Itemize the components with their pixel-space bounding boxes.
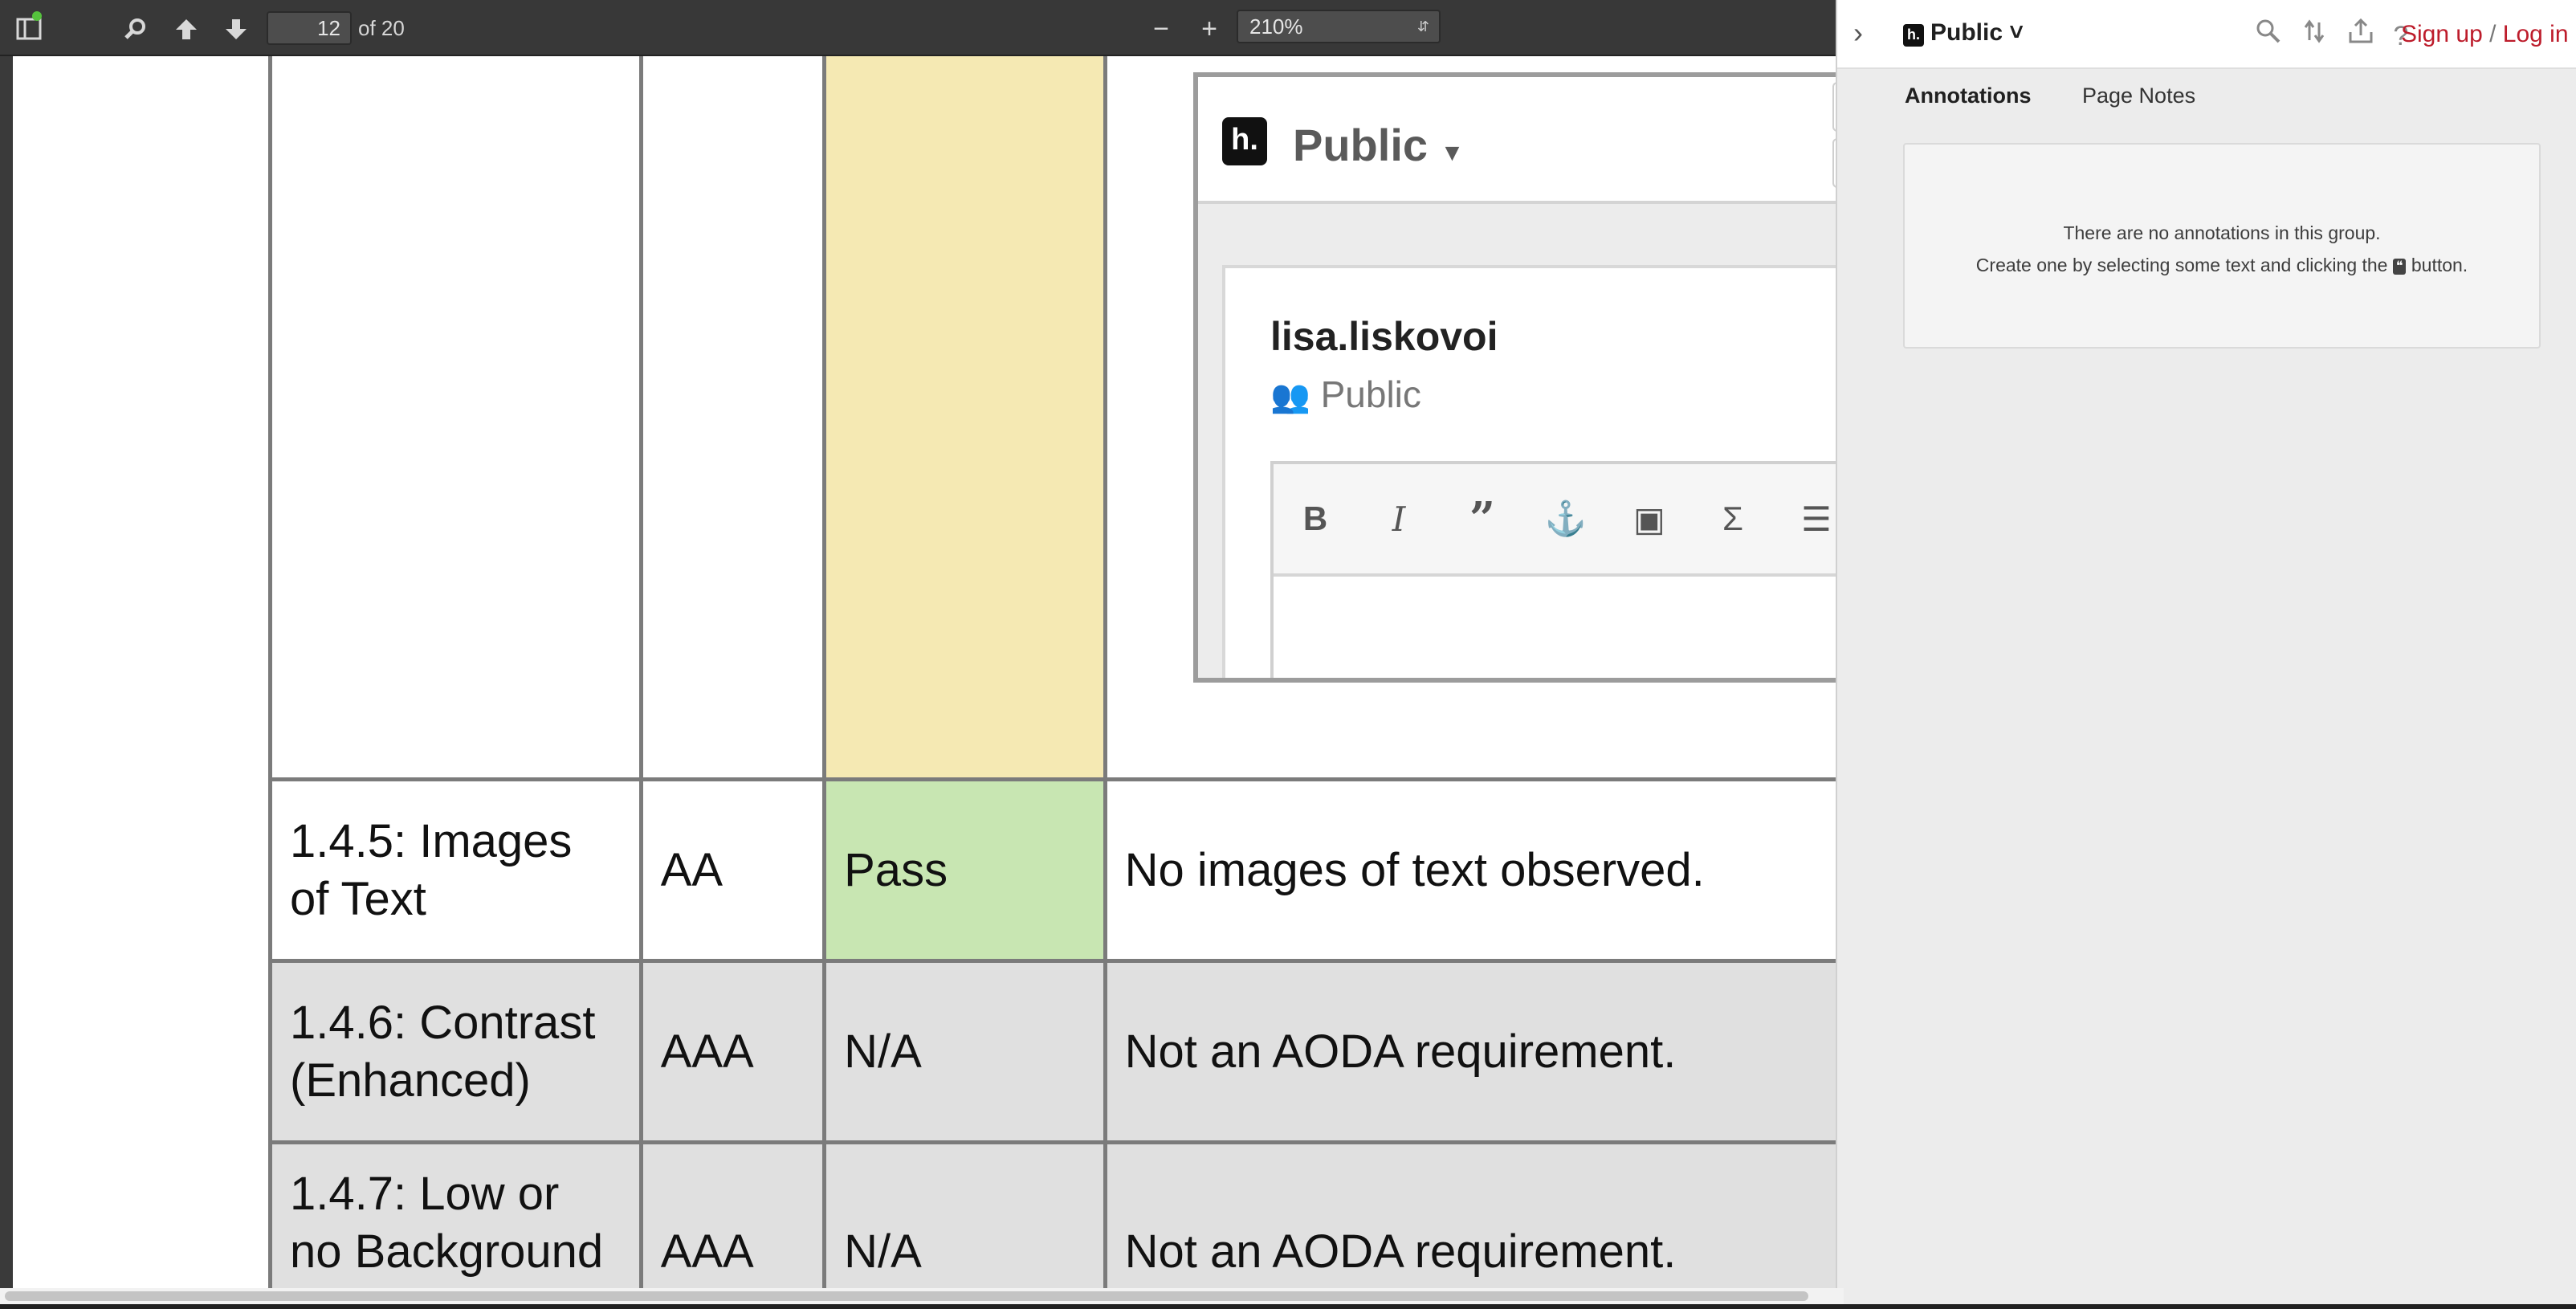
empty-line-1: There are no annotations in this group. [2063,222,2381,243]
page-number-input[interactable]: 12 [267,11,352,45]
image-icon: ▣ [1633,499,1665,539]
criterion-cell: 1.4.7: Low or no Background Audio [268,1140,643,1291]
embedded-visibility-label: Public [1320,373,1421,415]
auth-links: Sign up / Log in [2401,21,2569,48]
hypothesis-logo-icon: h. [1903,24,1924,47]
table-row: 1.4.7: Low or no Background Audio AAA N/… [268,1140,1857,1291]
hypothesis-logo: h. [1222,117,1267,165]
quote-icon: ” [1469,492,1496,545]
embedded-annotation-card: lisa.liskovoi 👥 Public B I ” ⚓ ▣ Σ ☰ [1222,265,1857,678]
sort-icon[interactable] [2301,18,2328,45]
table-cell [268,56,643,781]
embedded-visibility: 👥 Public [1270,373,1421,416]
embedded-editor-toolbar: B I ” ⚓ ▣ Σ ☰ [1274,464,1857,577]
page-count: of 20 [358,16,405,40]
zoom-in-button[interactable]: + [1192,11,1227,47]
log-in-link[interactable]: Log in [2503,21,2569,47]
annotate-icon: ❝ [2392,259,2407,275]
embedded-group-name: Public ▼ [1293,119,1464,171]
empty-line-2: Create one by selecting some text and cl… [1905,249,2539,281]
table-row: 1.4.5: Images of Text AA Pass No images … [268,777,1857,963]
empty-line-2-start: Create one by selecting some text and cl… [1975,255,2388,275]
pdf-page-viewport[interactable]: 1.4.5: Images of Text AA Pass No images … [13,56,1857,1291]
criterion-cell: 1.4.5: Images of Text [268,777,643,963]
previous-page-button[interactable] [169,11,204,47]
level-cell: AA [638,777,827,963]
notes-cell: Not an AODA requirement. [1103,1140,1857,1291]
level-cell: AAA [638,959,827,1144]
horizontal-scrollbar-thumb[interactable] [5,1291,1808,1301]
link-icon: ⚓ [1544,499,1588,538]
search-icon[interactable] [2255,18,2282,45]
collapse-sidebar-button[interactable]: › [1853,16,1863,50]
math-icon: Σ [1722,500,1743,537]
next-page-button[interactable] [218,11,254,47]
empty-annotations-message: There are no annotations in this group. … [1903,143,2541,349]
zoom-select[interactable]: 210% ⇵ [1237,10,1441,43]
group-selector[interactable]: Public ˅ [1930,19,2024,47]
sign-up-link[interactable]: Sign up [2401,21,2483,47]
arrow-up-icon [176,19,197,39]
criterion-cell: 1.4.6: Contrast (Enhanced) [268,959,643,1144]
users-icon: 👥 [1270,379,1310,414]
chevron-updown-icon: ⇵ [1416,18,1429,35]
search-icon [124,18,145,39]
result-cell: N/A [822,959,1107,1144]
embedded-group-label: Public [1293,120,1429,170]
result-cell: N/A [822,1140,1107,1291]
italic-icon: I [1392,499,1406,539]
sidebar-topbar: › h. Public ˅ ? Sign up / Log in [1837,0,2576,69]
embedded-username: lisa.liskovoi [1270,314,1498,359]
find-button[interactable] [117,11,153,47]
share-icon[interactable] [2347,18,2374,45]
level-cell: AAA [638,1140,827,1291]
horizontal-scrollbar[interactable] [0,1288,1844,1304]
arrow-down-icon [226,19,247,39]
result-cell-pass: Pass [822,777,1107,963]
zoom-value: 210% [1249,14,1303,39]
window-bottom-edge [0,1304,2576,1309]
sidebar-actions: ? [2255,18,2408,52]
zoom-out-button[interactable]: − [1143,11,1179,47]
app-root: 12 of 20 − + 210% ⇵ 1.4.5: Images of Tex… [0,0,2576,1309]
sidebar-tabs: Annotations Page Notes [1905,84,2240,108]
embedded-header: h. Public ▼ [1198,77,1857,204]
viewer-left-edge [0,56,13,1309]
caret-down-icon: ▼ [1440,140,1465,166]
hypothesis-sidebar: › h. Public ˅ ? Sign up / Log in Annotat… [1836,0,2576,1309]
embedded-screenshot: h. Public ▼ lisa.liskovoi 👥 Public B I ”… [1193,72,1857,683]
auth-separator: / [2489,21,2497,47]
bold-icon: B [1302,500,1328,537]
notification-dot [32,11,42,21]
empty-line-2-end: button. [2411,255,2468,275]
chevron-down-icon: ˅ [2009,19,2024,46]
notes-cell: No images of text observed. [1103,777,1857,963]
embedded-editor: B I ” ⚓ ▣ Σ ☰ [1270,461,1857,678]
notes-cell: Not an AODA requirement. [1103,959,1857,1144]
result-cell-highlighted [822,56,1107,781]
tab-page-notes[interactable]: Page Notes [2082,84,2195,108]
tab-annotations[interactable]: Annotations [1905,84,2031,108]
table-cell [638,56,827,781]
group-name: Public [1930,19,2003,46]
table-row: 1.4.6: Contrast (Enhanced) AAA N/A Not a… [268,959,1857,1144]
